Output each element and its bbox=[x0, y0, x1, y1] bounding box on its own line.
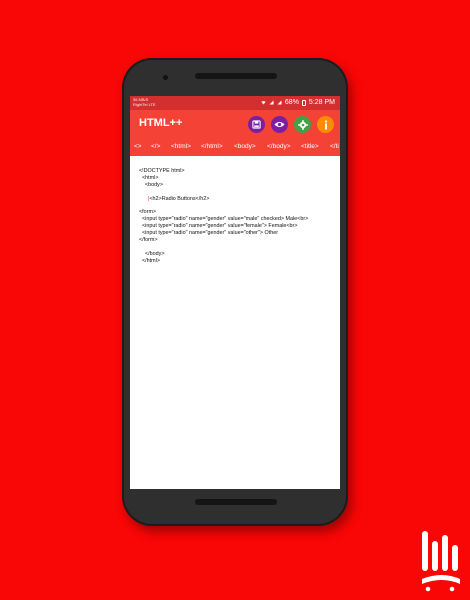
tag-shortcut[interactable]: </html> bbox=[201, 143, 223, 150]
code-line: <input type="radio" name="gender" value=… bbox=[139, 216, 309, 223]
clock: 5:28 PM bbox=[308, 99, 335, 106]
code-line: <form> bbox=[139, 209, 157, 216]
tag-shortcut[interactable]: <> bbox=[134, 143, 142, 150]
code-line: </body> bbox=[139, 250, 165, 257]
store-logo bbox=[422, 531, 460, 592]
battery-icon bbox=[301, 99, 306, 106]
code-line: <body> bbox=[139, 181, 163, 188]
settings-button[interactable] bbox=[294, 116, 311, 133]
bottom-speaker bbox=[195, 499, 277, 505]
tag-shortcut[interactable]: <body> bbox=[234, 143, 256, 150]
code-line: |<h2>Radio Buttons</h2> bbox=[148, 195, 210, 202]
earpiece-speaker bbox=[195, 73, 277, 79]
signal-icon-2 bbox=[277, 100, 282, 105]
status-bar: 36 MB/S RightTel LTE 68% 5:28 PM bbox=[130, 96, 340, 110]
tag-shortcut[interactable]: <html> bbox=[171, 143, 191, 150]
tag-shortcut[interactable]: </ti bbox=[330, 143, 339, 150]
carrier-info: 36 MB/S RightTel LTE bbox=[133, 97, 156, 107]
phone-screen: 36 MB/S RightTel LTE 68% 5:28 PM HTML++ bbox=[130, 96, 340, 489]
code-line: <input type="radio" name="gender" value=… bbox=[139, 223, 298, 230]
save-icon bbox=[252, 120, 261, 129]
code-line: </html> bbox=[139, 257, 160, 264]
battery-percent: 68% bbox=[284, 99, 299, 106]
app-title: HTML++ bbox=[139, 117, 183, 129]
code-line: </form> bbox=[139, 237, 158, 244]
app-toolbar: HTML++ bbox=[130, 110, 340, 138]
tag-shortcut[interactable]: </body> bbox=[267, 143, 291, 150]
code-line: <!DOCTYPE html> bbox=[139, 168, 185, 174]
gear-icon bbox=[297, 119, 308, 130]
info-button[interactable] bbox=[317, 116, 334, 133]
preview-button[interactable] bbox=[271, 116, 288, 133]
code-line: <html> bbox=[139, 174, 159, 181]
status-icons: 68% 5:28 PM bbox=[261, 99, 335, 106]
signal-icon bbox=[269, 100, 274, 105]
front-camera bbox=[163, 75, 168, 80]
wifi-icon bbox=[261, 101, 266, 105]
info-icon bbox=[324, 119, 327, 129]
carrier-name: RightTel LTE bbox=[133, 102, 156, 107]
code-editor[interactable]: <!DOCTYPE html> <html> <body> |<h2>Radio… bbox=[139, 168, 335, 265]
code-line: <input type="radio" name="gender" value=… bbox=[139, 230, 278, 237]
text-cursor: | bbox=[148, 195, 150, 202]
eye-icon bbox=[274, 121, 285, 128]
tag-shortcut[interactable]: </> bbox=[151, 143, 160, 150]
save-button[interactable] bbox=[248, 116, 265, 133]
tag-shortcut-bar: <> </> <html> </html> <body> </body> <ti… bbox=[130, 138, 340, 156]
tag-shortcut[interactable]: <title> bbox=[301, 143, 319, 150]
